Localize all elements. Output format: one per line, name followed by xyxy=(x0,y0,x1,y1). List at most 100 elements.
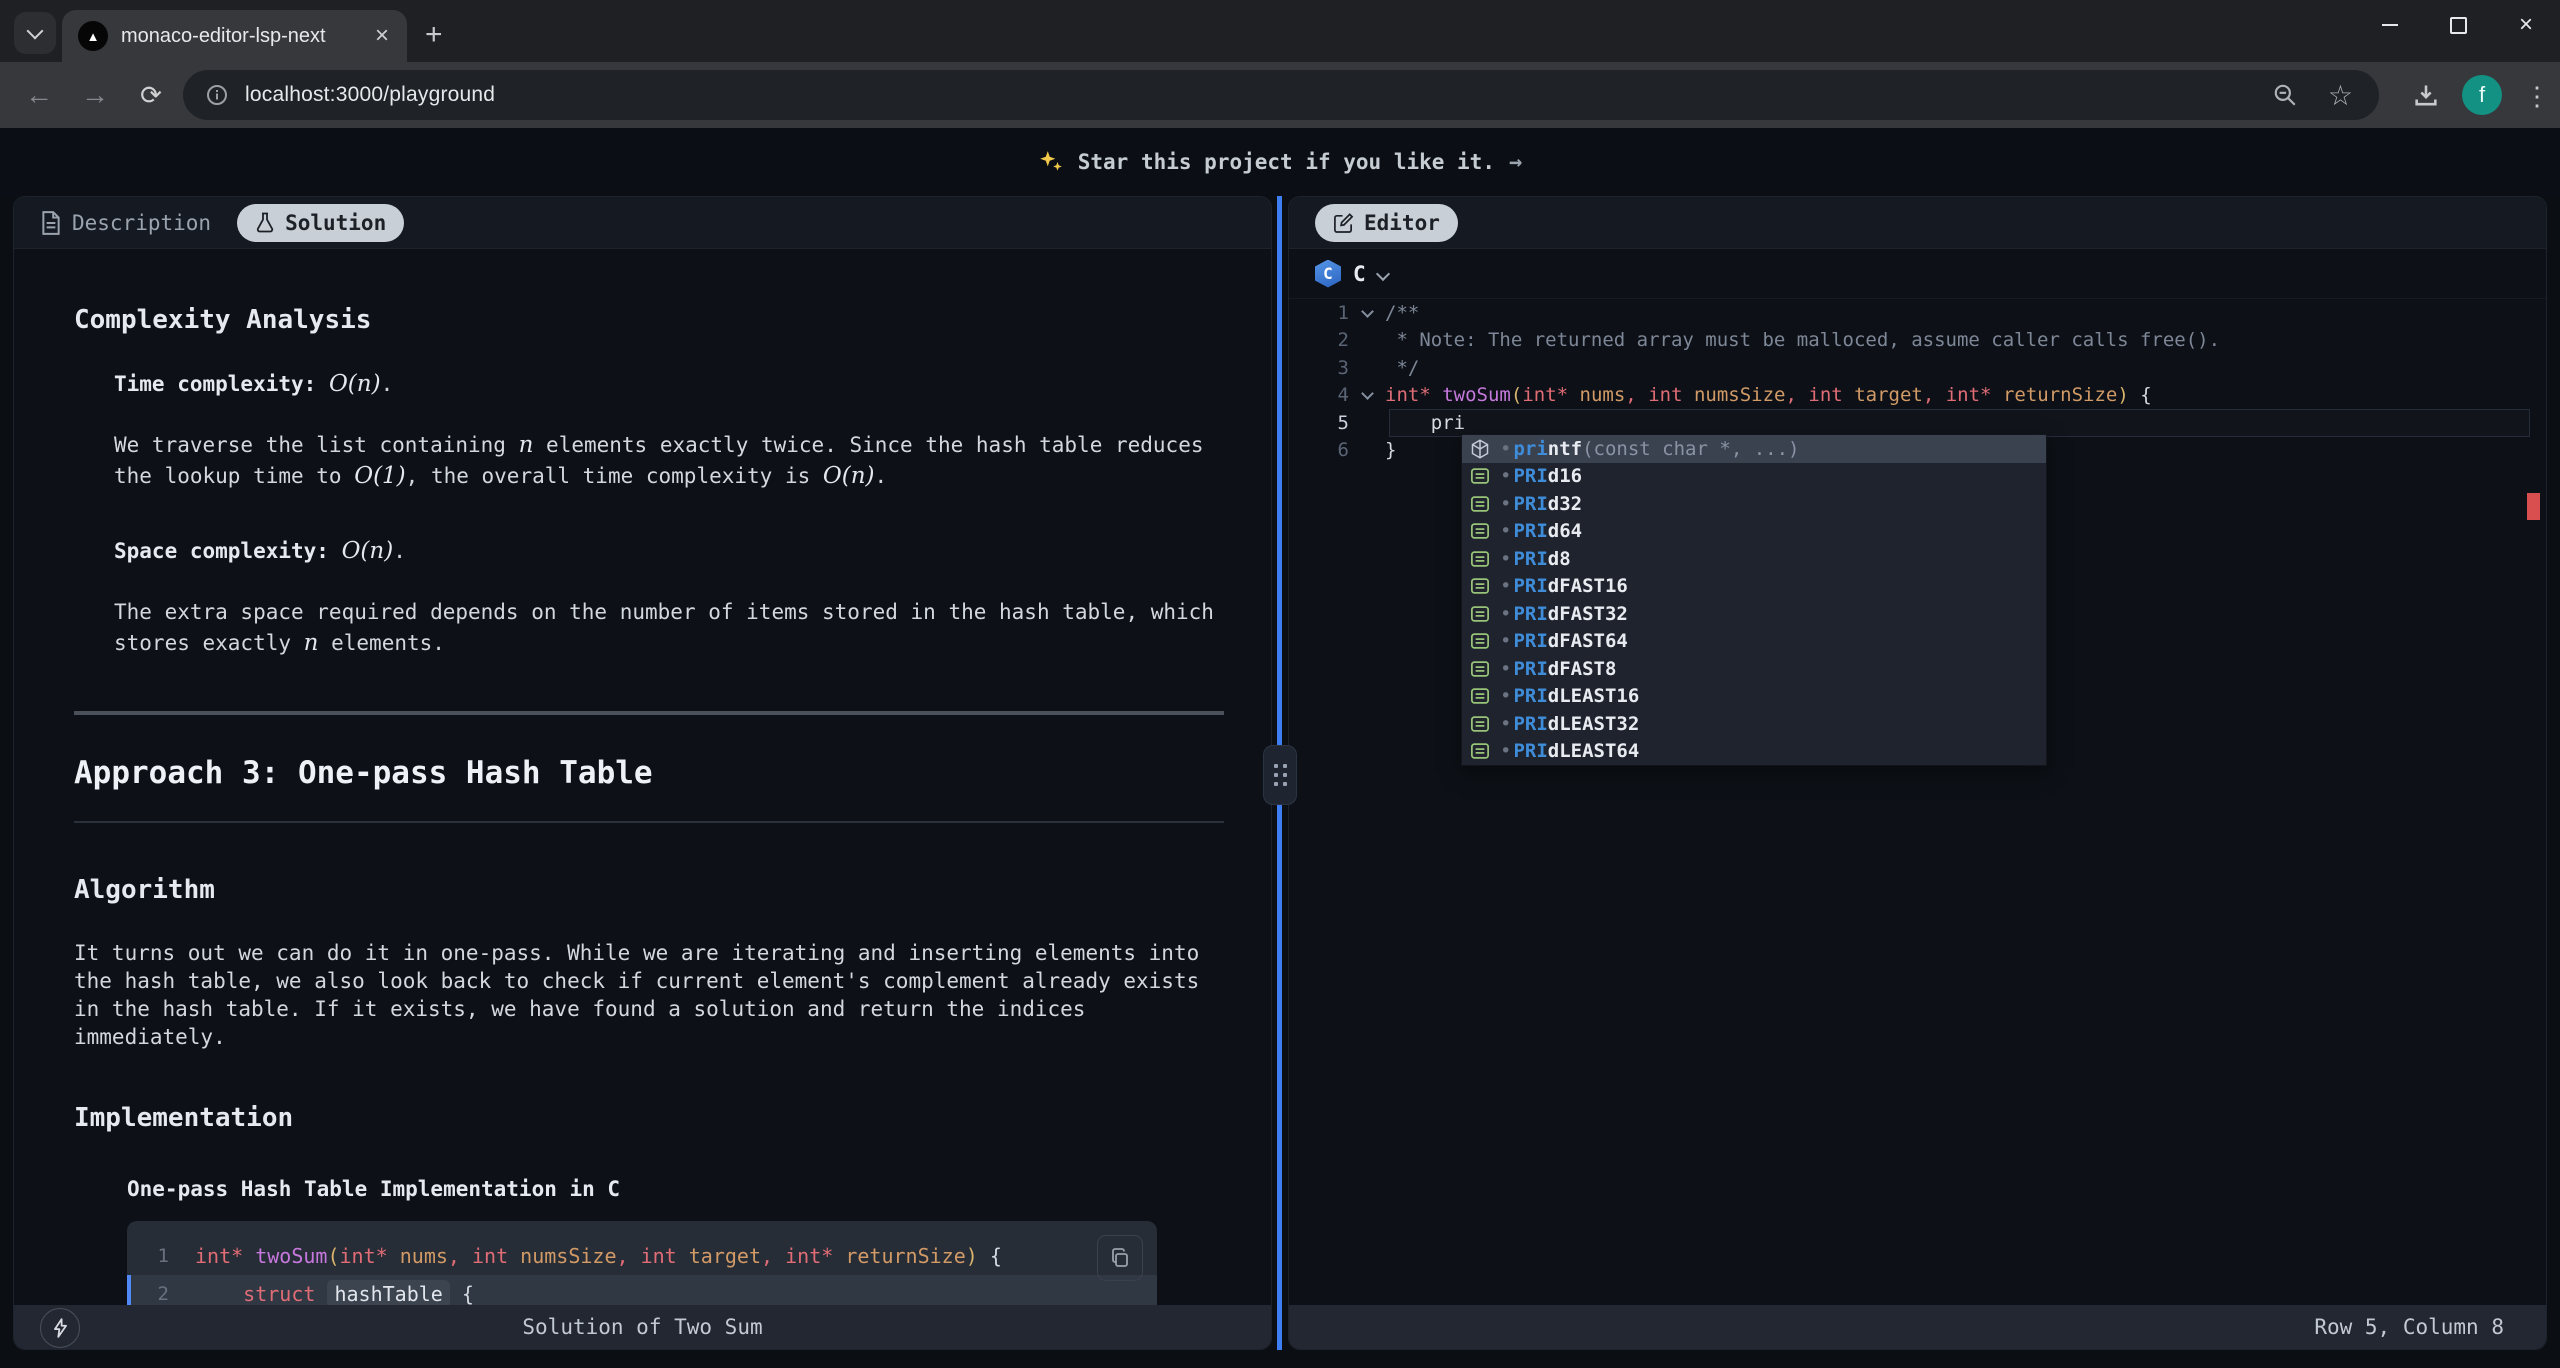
minimize-icon xyxy=(2382,24,2398,26)
tab-search-button[interactable] xyxy=(14,12,56,54)
chevron-down-icon xyxy=(1378,264,1388,283)
code-line: 2 struct hashTable { xyxy=(127,1275,1157,1305)
editor-line[interactable]: 1 /** xyxy=(1289,299,2546,327)
copy-code-button[interactable] xyxy=(1097,1235,1143,1281)
solution-document: Complexity Analysis Time complexity: O(n… xyxy=(14,249,1271,1305)
code-block: 1int* twoSum(int* nums, int numsSize, in… xyxy=(127,1221,1157,1305)
bullet-icon: • xyxy=(1500,438,1511,460)
menu-kebab-icon[interactable]: ⋮ xyxy=(2520,74,2554,118)
bullet-icon: • xyxy=(1500,658,1511,680)
tab-editor[interactable]: Editor xyxy=(1315,204,1458,242)
language-selector[interactable]: C C xyxy=(1289,249,2546,299)
divider-grip-handle[interactable] xyxy=(1263,745,1297,805)
lightning-icon xyxy=(52,1318,69,1338)
profile-avatar[interactable]: f xyxy=(2462,75,2502,115)
maximize-icon xyxy=(2450,17,2467,34)
left-panel-header: Description Solution xyxy=(14,197,1271,249)
error-marker xyxy=(2527,493,2540,520)
suggestion-item[interactable]: •PRIdFAST16 xyxy=(1462,573,2046,601)
function-suggestion-icon xyxy=(1470,439,1500,459)
monaco-editor[interactable]: 1 /** 2 * Note: The returned array must be… xyxy=(1289,299,2546,1305)
editor-line-number: 5 xyxy=(1289,412,1349,434)
download-button[interactable] xyxy=(2404,74,2448,118)
bullet-icon: • xyxy=(1500,685,1511,707)
language-label: C xyxy=(1353,262,1366,286)
constant-suggestion-icon xyxy=(1470,741,1500,761)
url-text[interactable]: localhost:3000/playground xyxy=(245,83,2272,107)
tab-close-icon[interactable]: × xyxy=(373,24,391,48)
site-info-icon[interactable] xyxy=(205,83,229,107)
suggestion-item[interactable]: •PRId8 xyxy=(1462,545,2046,573)
suggestion-item[interactable]: •PRId64 xyxy=(1462,518,2046,546)
autocomplete-dropdown: •printf(const char *, ...)•PRId16•PRId32… xyxy=(1461,434,2047,766)
fold-chevron-icon[interactable] xyxy=(1349,392,1385,398)
editor-code-text: * Note: The returned array must be mallo… xyxy=(1385,329,2220,351)
suggestion-item[interactable]: •PRIdLEAST16 xyxy=(1462,683,2046,711)
line-number: 2 xyxy=(131,1283,195,1305)
document-icon xyxy=(40,211,62,235)
suggestion-item[interactable]: •PRIdFAST8 xyxy=(1462,655,2046,683)
bullet-icon: • xyxy=(1500,548,1511,570)
editor-code-text: pri xyxy=(1385,412,1465,434)
left-status-text: Solution of Two Sum xyxy=(522,1315,762,1339)
constant-suggestion-icon xyxy=(1470,631,1500,651)
zoom-out-icon[interactable] xyxy=(2272,82,2298,108)
bullet-icon: • xyxy=(1500,603,1511,625)
window-close-button[interactable]: × xyxy=(2492,0,2560,50)
editor-line-number: 1 xyxy=(1289,302,1349,324)
editor-code-text: /** xyxy=(1385,302,1419,324)
suggestion-item[interactable]: •PRId16 xyxy=(1462,463,2046,491)
constant-suggestion-icon xyxy=(1470,521,1500,541)
editor-line[interactable]: 5 pri xyxy=(1289,409,2546,437)
bookmark-star-icon[interactable]: ☆ xyxy=(2328,79,2353,112)
constant-suggestion-icon xyxy=(1470,494,1500,514)
line-number: 1 xyxy=(131,1245,195,1267)
tab-solution[interactable]: Solution xyxy=(237,204,404,242)
favicon-icon: ▲ xyxy=(78,21,108,51)
constant-suggestion-icon xyxy=(1470,659,1500,679)
code-text: struct hashTable { xyxy=(195,1282,474,1305)
tab-description[interactable]: Description xyxy=(40,211,211,235)
arrow-right-icon: → xyxy=(1509,150,1522,175)
fold-chevron-icon[interactable] xyxy=(1349,310,1385,316)
browser-tab[interactable]: ▲ monaco-editor-lsp-next × xyxy=(62,10,407,62)
heading-approach: Approach 3: One-pass Hash Table xyxy=(74,755,1224,791)
constant-suggestion-icon xyxy=(1470,549,1500,569)
cursor-position-text: Row 5, Column 8 xyxy=(2314,1315,2504,1339)
editor-code-text: int* twoSum(int* nums, int numsSize, int… xyxy=(1385,384,2152,406)
bullet-icon: • xyxy=(1500,740,1511,762)
lightning-button[interactable] xyxy=(40,1308,80,1348)
suggestion-item[interactable]: •PRId32 xyxy=(1462,490,2046,518)
suggestion-item[interactable]: •PRIdLEAST32 xyxy=(1462,710,2046,738)
editor-line-number: 3 xyxy=(1289,357,1349,379)
editor-line[interactable]: 3 */ xyxy=(1289,354,2546,382)
right-panel-header: Editor xyxy=(1289,197,2546,249)
window-maximize-button[interactable] xyxy=(2424,0,2492,50)
window-minimize-button[interactable] xyxy=(2356,0,2424,50)
reload-button[interactable]: ⟳ xyxy=(128,72,174,118)
editor-line[interactable]: 2 * Note: The returned array must be mal… xyxy=(1289,327,2546,355)
extra-space-paragraph: The extra space required depends on the … xyxy=(114,597,1224,659)
code-text: int* twoSum(int* nums, int numsSize, int… xyxy=(195,1244,1002,1268)
suggestion-item[interactable]: •PRIdLEAST64 xyxy=(1462,738,2046,766)
app-window: ▲ monaco-editor-lsp-next × + × ← → ⟳ loc… xyxy=(0,0,2560,1368)
editor-line[interactable]: 4int* twoSum(int* nums, int numsSize, in… xyxy=(1289,382,2546,410)
constant-suggestion-icon xyxy=(1470,576,1500,596)
constant-suggestion-icon xyxy=(1470,604,1500,624)
suggestion-item[interactable]: •PRIdFAST64 xyxy=(1462,628,2046,656)
suggestion-item[interactable]: •PRIdFAST32 xyxy=(1462,600,2046,628)
suggestion-item[interactable]: •printf(const char *, ...) xyxy=(1462,435,2046,463)
promo-banner[interactable]: Star this project if you like it. → xyxy=(0,128,2560,196)
sparkles-icon xyxy=(1038,149,1064,175)
heading-complexity: Complexity Analysis xyxy=(74,305,1224,335)
new-tab-button[interactable]: + xyxy=(425,18,443,52)
address-bar[interactable]: localhost:3000/playground ☆ xyxy=(183,70,2379,120)
copy-icon xyxy=(1109,1247,1131,1269)
editor-code-text: */ xyxy=(1385,357,1419,379)
heading-algorithm: Algorithm xyxy=(74,875,1224,905)
back-button[interactable]: ← xyxy=(16,72,62,118)
bullet-icon: • xyxy=(1500,465,1511,487)
grip-dots-icon xyxy=(1274,764,1278,768)
forward-button[interactable]: → xyxy=(72,72,118,118)
tab-title: monaco-editor-lsp-next xyxy=(121,25,373,48)
